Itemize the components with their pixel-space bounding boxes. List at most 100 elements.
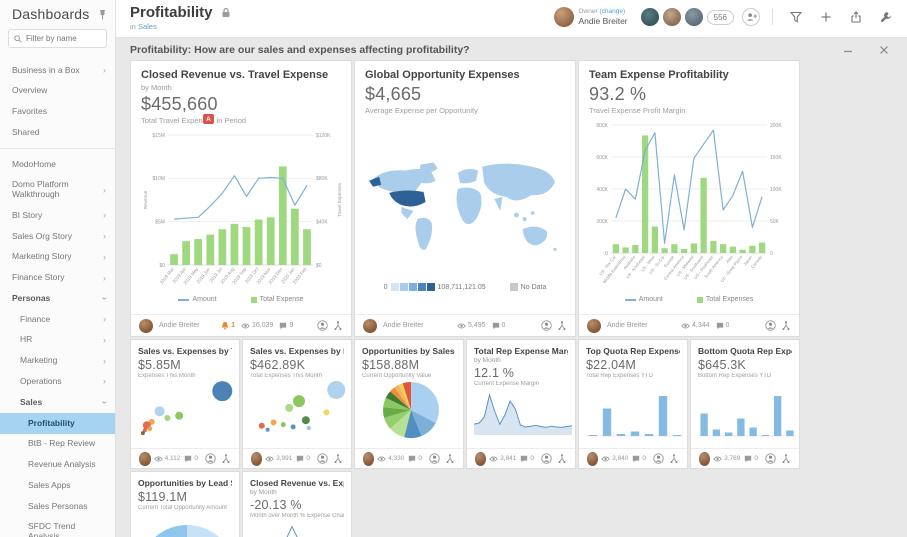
bar-chart[interactable] — [586, 381, 684, 437]
comments-stat[interactable]: 0 — [184, 455, 198, 463]
bar-chart[interactable] — [698, 381, 796, 437]
connections-icon[interactable] — [781, 320, 791, 331]
sidebar-item-profitability[interactable]: Profitability — [0, 413, 115, 434]
connections-icon[interactable] — [669, 453, 679, 464]
owner-avatar[interactable] — [553, 7, 574, 27]
sidebar-item-sales-personas[interactable]: Sales Personas — [0, 496, 115, 517]
card-opportunities-by-lead-source[interactable]: Opportunities by Lead So... $119.1M Curr… — [130, 471, 240, 537]
card-sales-vs-expenses-by-industry[interactable]: Sales vs. Expenses by Ind... $462.89K To… — [242, 339, 352, 469]
card-top-quota-rep-expenses[interactable]: Top Quota Rep Expenses $22.04M Total Rep… — [578, 339, 688, 469]
sidebar-item-personas[interactable]: Personas › — [0, 288, 115, 309]
avatar[interactable] — [475, 451, 487, 466]
card-sales-vs-expenses-by-territory[interactable]: Sales vs. Expenses by Ter... $5.85M Expe… — [130, 339, 240, 469]
owner-change-link[interactable]: (change) — [599, 8, 625, 15]
comments-stat[interactable]: 0 — [296, 455, 310, 463]
bubble-chart[interactable] — [250, 381, 348, 437]
profile-icon[interactable] — [653, 453, 664, 464]
connections-icon[interactable] — [333, 453, 343, 464]
sidebar-item-sales[interactable]: Sales › — [0, 392, 115, 413]
area-chart[interactable] — [474, 389, 572, 436]
shared-avatars[interactable]: 556 — [639, 7, 734, 27]
sidebar-item-marketing[interactable]: Marketing › — [0, 351, 115, 372]
connections-icon[interactable] — [557, 320, 567, 331]
alerts-stat[interactable]: 1 — [221, 321, 235, 330]
card-total-rep-expense-margin[interactable]: Total Rep Expense Margin by Month 12.1 %… — [466, 339, 576, 469]
profile-icon[interactable] — [541, 320, 552, 331]
profile-icon[interactable] — [765, 320, 776, 331]
avatar[interactable] — [587, 451, 599, 466]
connections-icon[interactable] — [333, 320, 343, 331]
sidebar-item-modohome[interactable]: ModoHome — [0, 154, 115, 175]
avatar[interactable] — [661, 7, 682, 27]
sidebar-item-sales-org-story[interactable]: Sales Org Story › — [0, 226, 115, 247]
filter-button[interactable] — [785, 6, 807, 28]
combo-chart[interactable]: $15M $120K$10M $80K$5M $40K$0 $02019 Mar2019… — [141, 127, 343, 295]
comments-stat[interactable]: 0 — [632, 455, 646, 463]
profile-icon[interactable] — [765, 453, 776, 464]
card-global-opportunity-expenses[interactable]: Global Opportunity Expenses $4,665 Avera… — [354, 60, 576, 337]
sidebar-item-shared[interactable]: Shared — [0, 122, 115, 143]
settings-button[interactable] — [875, 6, 897, 28]
comments-stat[interactable]: 0 — [716, 322, 729, 330]
combo-chart[interactable]: 800K 200K600K 150K400K 100K200K 50K0 0US - No… — [589, 117, 791, 295]
sidebar-item-marketing-story[interactable]: Marketing Story › — [0, 247, 115, 268]
avatar[interactable] — [363, 451, 375, 466]
avatar[interactable] — [683, 7, 704, 27]
sidebar-item-finance-story[interactable]: Finance Story › — [0, 268, 115, 289]
comments-stat[interactable]: 0 — [520, 455, 534, 463]
pie-chart[interactable] — [362, 381, 460, 439]
connections-icon[interactable] — [557, 453, 567, 464]
close-icon[interactable] — [879, 45, 889, 55]
avatar[interactable] — [639, 7, 660, 27]
avatar[interactable] — [699, 451, 711, 466]
sidebar-item-operations[interactable]: Operations › — [0, 371, 115, 392]
people-count-badge[interactable]: 556 — [706, 9, 734, 25]
breadcrumb-link[interactable]: Sales — [138, 22, 157, 31]
connections-icon[interactable] — [221, 453, 231, 464]
bubble-chart[interactable] — [138, 381, 236, 437]
profile-icon[interactable] — [429, 453, 440, 464]
comments-stat[interactable]: 0 — [408, 455, 422, 463]
comments-stat[interactable]: 9 — [279, 322, 293, 330]
sidebar-item-bi-story[interactable]: BI Story › — [0, 205, 115, 226]
alert-badge[interactable]: A — [203, 114, 214, 124]
card-team-expense-profitability[interactable]: Team Expense Profitability 93.2 % Travel… — [578, 60, 800, 337]
avatar[interactable] — [139, 318, 153, 333]
comments-stat[interactable]: 0 — [744, 455, 758, 463]
sidebar-item-revenue-analysis[interactable]: Revenue Analysis — [0, 455, 115, 476]
profile-icon[interactable] — [205, 453, 216, 464]
card-opportunities-by-sales-team[interactable]: Opportunities by Sales Te... $158.88M Cu… — [354, 339, 464, 469]
sidebar-item-favorites[interactable]: Favorites — [0, 102, 115, 123]
sidebar-item-business-in-a-box[interactable]: Business in a Box › — [0, 60, 115, 81]
card-closed-revenue-vs-expense[interactable]: Closed Revenue vs. Expe... by Month -20.… — [242, 471, 352, 537]
owner-block[interactable]: Owner (change) Andie Breiter — [553, 7, 628, 27]
line-chart[interactable] — [250, 521, 348, 537]
avatar[interactable] — [363, 318, 377, 333]
share-button[interactable] — [845, 6, 867, 28]
sidebar-item-sales-apps[interactable]: Sales Apps — [0, 475, 115, 496]
avatar[interactable] — [139, 451, 151, 466]
profile-icon[interactable] — [317, 453, 328, 464]
sidebar-item-sfdc-trend-analysis[interactable]: SFDC Trend Analysis — [0, 517, 115, 537]
avatar[interactable] — [587, 318, 601, 333]
pin-icon[interactable] — [98, 9, 107, 20]
sidebar-item-finance[interactable]: Finance › — [0, 309, 115, 330]
world-map-chart[interactable] — [365, 137, 567, 277]
sidebar-filter[interactable] — [8, 29, 107, 48]
add-person-button[interactable] — [742, 8, 760, 26]
add-button[interactable] — [815, 6, 837, 28]
card-closed-revenue-vs-travel-expense[interactable]: Closed Revenue vs. Travel Expense by Mon… — [130, 60, 352, 337]
minimize-icon[interactable] — [843, 45, 853, 55]
sidebar-item-overview[interactable]: Overview — [0, 81, 115, 102]
avatar[interactable] — [251, 451, 263, 466]
sidebar-item-btb-rep-review[interactable]: BtB - Rep Review — [0, 434, 115, 455]
connections-icon[interactable] — [781, 453, 791, 464]
pie-chart[interactable] — [138, 513, 236, 537]
card-bottom-quota-rep-expenses[interactable]: Bottom Quota Rep Expen... $645.3K Bottom… — [690, 339, 800, 469]
sidebar-item-hr[interactable]: HR › — [0, 330, 115, 351]
profile-icon[interactable] — [317, 320, 328, 331]
profile-icon[interactable] — [541, 453, 552, 464]
sidebar-item-domo-platform-walkthrough[interactable]: Domo Platform Walkthrough › — [0, 175, 115, 206]
comments-stat[interactable]: 0 — [492, 322, 505, 330]
filter-input[interactable] — [26, 34, 101, 43]
